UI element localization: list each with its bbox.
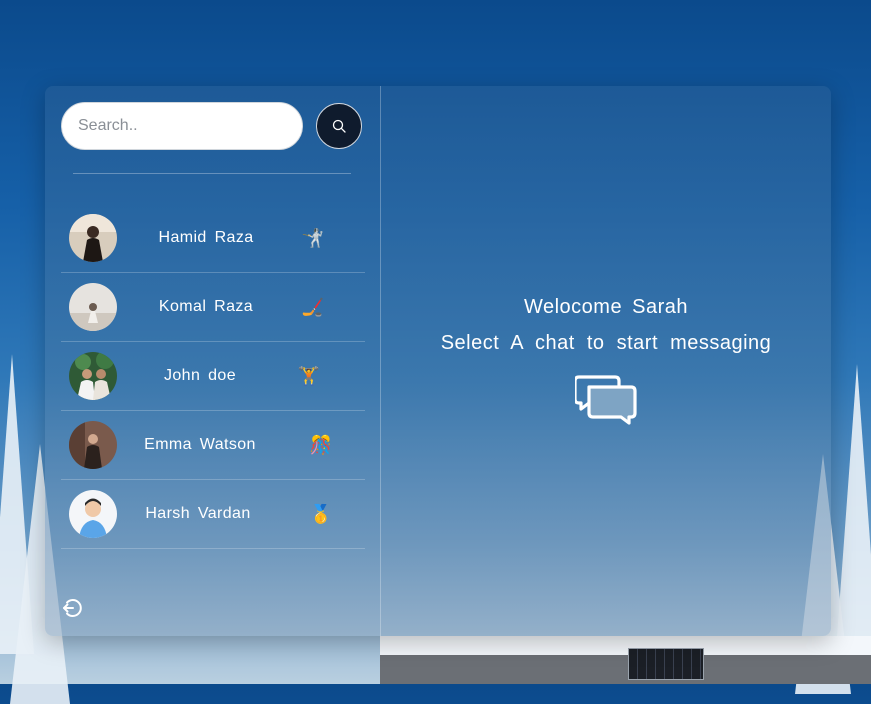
medal-emoji-icon: 🥇 [309,504,333,524]
avatar [69,490,117,538]
weightlifting-emoji-icon: 🏋️ [297,366,321,386]
avatar [69,214,117,262]
contact-name: Komal Raza [158,298,254,315]
sidebar: Hamid Raza 🤺 Komal Raza 🏒 John doe 🏋️ [45,86,381,636]
solar-panel [628,648,704,680]
contact-item-emma-watson[interactable]: Emma Watson 🎊 [61,411,365,480]
avatar [69,421,117,469]
search-input[interactable] [61,102,303,150]
contact-name: Harsh Vardan [145,505,251,522]
avatar [69,283,117,331]
contact-name: Hamid Raza [158,229,254,246]
contact-item-harsh-vardan[interactable]: Harsh Vardan 🥇 [61,480,365,549]
contact-name: Emma Watson [144,436,256,453]
logout-button[interactable] [61,597,83,619]
contact-list: Hamid Raza 🤺 Komal Raza 🏒 John doe 🏋️ Em… [61,204,365,549]
hockey-emoji-icon: 🏒 [301,297,325,317]
select-chat-text: Select A chat to start messaging [440,332,772,354]
chat-area: Welocome Sarah Select A chat to start me… [381,86,831,636]
chat-app-panel: Hamid Raza 🤺 Komal Raza 🏒 John doe 🏋️ [45,86,831,636]
logout-icon [63,599,82,617]
search-button[interactable] [316,103,362,149]
fencing-emoji-icon: 🤺 [301,228,325,248]
contact-item-john-doe[interactable]: John doe 🏋️ [61,342,365,411]
cabin-roof [380,636,871,684]
chat-bubbles-icon [575,375,637,425]
welcome-text: Welocome Sarah [523,296,689,318]
divider [73,173,351,174]
avatar [69,352,117,400]
contact-name: John doe [163,367,237,384]
contact-item-hamid-raza[interactable]: Hamid Raza 🤺 [61,204,365,273]
confetti-emoji-icon: 🎊 [309,435,333,455]
contact-item-komal-raza[interactable]: Komal Raza 🏒 [61,273,365,342]
search-icon [332,119,346,133]
